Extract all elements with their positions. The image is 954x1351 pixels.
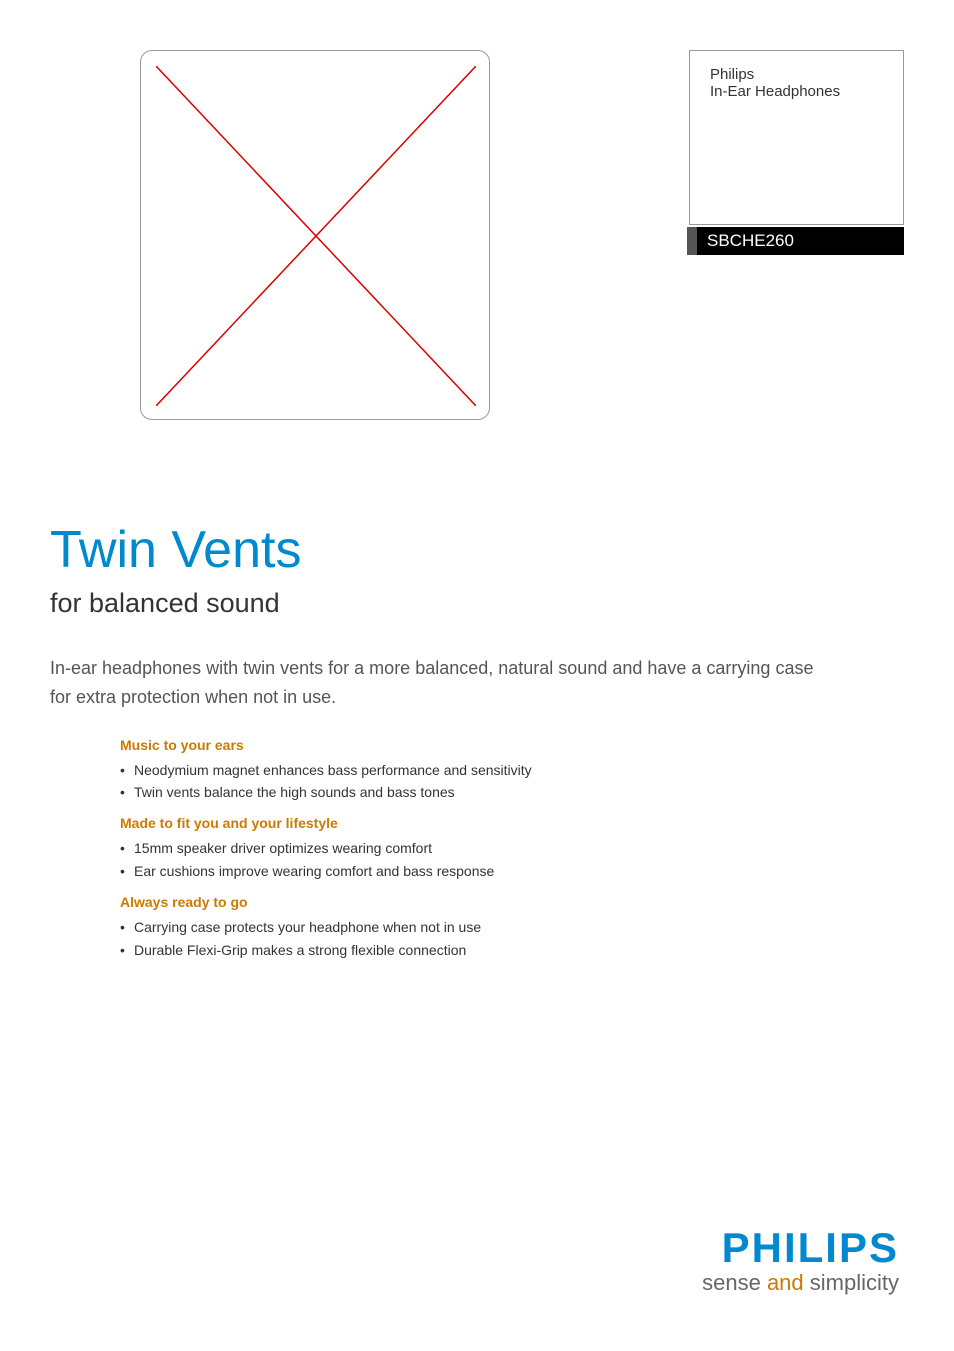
product-category: In-Ear Headphones [710, 83, 883, 100]
feature-list: 15mm speaker driver optimizes wearing co… [120, 837, 904, 882]
tagline-sense: sense [702, 1270, 767, 1295]
feature-item: Durable Flexi-Grip makes a strong flexib… [120, 939, 904, 961]
feature-heading: Music to your ears [120, 737, 904, 753]
feature-group: Made to fit you and your lifestyle 15mm … [120, 815, 904, 882]
headline: Twin Vents [50, 520, 904, 580]
feature-item: Neodymium magnet enhances bass performan… [120, 759, 904, 781]
placeholder-x-icon [156, 66, 476, 406]
feature-item: Twin vents balance the high sounds and b… [120, 781, 904, 803]
info-column: Philips In-Ear Headphones SBCHE260 [550, 50, 904, 420]
philips-logo: PHILIPS [702, 1224, 899, 1272]
feature-group: Music to your ears Neodymium magnet enha… [120, 737, 904, 804]
product-info-box: Philips In-Ear Headphones [689, 50, 904, 225]
description: In-ear headphones with twin vents for a … [50, 654, 820, 712]
tagline-and: and [767, 1270, 804, 1295]
product-model: SBCHE260 [707, 231, 794, 250]
feature-list: Carrying case protects your headphone wh… [120, 916, 904, 961]
subheadline: for balanced sound [50, 588, 904, 619]
feature-heading: Made to fit you and your lifestyle [120, 815, 904, 831]
brand-logo-section: PHILIPS sense and simplicity [702, 1224, 899, 1296]
feature-list: Neodymium magnet enhances bass performan… [120, 759, 904, 804]
feature-item: Carrying case protects your headphone wh… [120, 916, 904, 938]
feature-item: Ear cushions improve wearing comfort and… [120, 860, 904, 882]
feature-heading: Always ready to go [120, 894, 904, 910]
product-image-placeholder [140, 50, 490, 420]
product-model-bar: SBCHE260 [689, 227, 904, 255]
feature-group: Always ready to go Carrying case protect… [120, 894, 904, 961]
feature-item: 15mm speaker driver optimizes wearing co… [120, 837, 904, 859]
top-section: Philips In-Ear Headphones SBCHE260 [50, 50, 904, 420]
content-section: Twin Vents for balanced sound In-ear hea… [50, 520, 904, 961]
tagline-simplicity: simplicity [804, 1270, 899, 1295]
product-brand: Philips [710, 66, 883, 83]
tagline: sense and simplicity [702, 1270, 899, 1296]
